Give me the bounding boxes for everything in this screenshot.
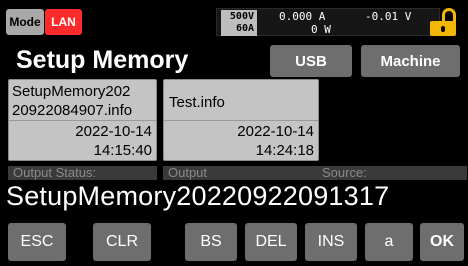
measurement-readout: 500V 60A 0.000 A -0.01 V 0 W [216, 8, 440, 36]
file-time: 14:15:40 [93, 142, 152, 159]
page-title: Setup Memory [16, 46, 189, 74]
file-name: Test.info [169, 93, 225, 112]
ok-key[interactable]: OK [420, 223, 464, 261]
file-name-line1: SetupMemory202 [12, 83, 131, 100]
setpoint-box: 500V 60A [221, 10, 257, 36]
set-voltage: 500V [229, 11, 254, 22]
usb-button[interactable]: USB [270, 45, 352, 77]
filename-entry[interactable]: SetupMemory20220922091317 [6, 181, 389, 212]
measured-voltage: -0.01 V [365, 10, 412, 23]
file-datetime: 2022-10-14 14:24:18 [237, 122, 314, 160]
lan-indicator: LAN [45, 9, 82, 35]
file-datetime: 2022-10-14 14:15:40 [75, 122, 152, 160]
file-name: SetupMemory202 20922084907.info [12, 82, 132, 120]
ins-key[interactable]: INS [305, 223, 357, 261]
machine-button[interactable]: Machine [361, 45, 460, 77]
measured-current: 0.000 A [279, 10, 326, 23]
case-toggle-key[interactable]: a [365, 223, 413, 261]
clr-key[interactable]: CLR [93, 223, 151, 261]
file-date: 2022-10-14 [75, 123, 152, 140]
esc-key[interactable]: ESC [8, 223, 66, 261]
set-current: 60A [235, 23, 254, 34]
tile-divider [9, 120, 156, 121]
file-name-line1: Test.info [169, 94, 225, 111]
mode-button[interactable]: Mode [6, 9, 44, 35]
file-time: 14:24:18 [255, 142, 314, 159]
bs-key[interactable]: BS [185, 223, 237, 261]
lock-icon[interactable] [428, 8, 460, 36]
file-date: 2022-10-14 [237, 123, 314, 140]
file-name-line2: 20922084907.info [12, 102, 133, 119]
measured-power: 0 W [311, 23, 331, 36]
del-key[interactable]: DEL [245, 223, 297, 261]
tile-divider [164, 120, 318, 121]
file-tile[interactable]: SetupMemory202 20922084907.info 2022-10-… [8, 79, 157, 161]
file-tile[interactable]: Test.info 2022-10-14 14:24:18 [163, 79, 319, 161]
